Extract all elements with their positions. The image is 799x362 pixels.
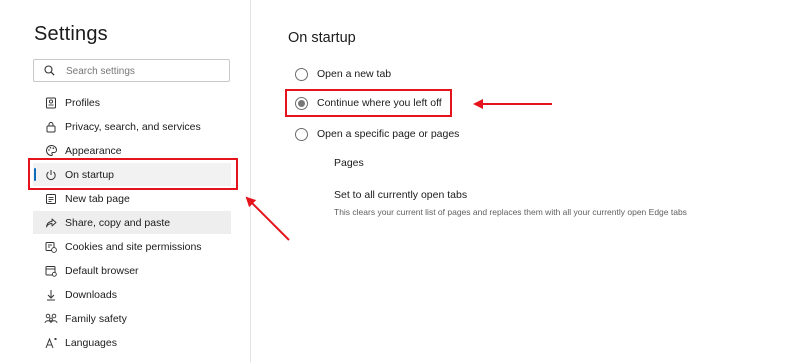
profile-card-icon: [44, 96, 58, 110]
sidebar-item-family-safety[interactable]: Family safety: [33, 307, 231, 330]
sidebar-item-label: Profiles: [65, 96, 101, 109]
sidebar-item-new-tab-page[interactable]: New tab page: [33, 187, 231, 210]
sidebar-item-label: Share, copy and paste: [65, 216, 171, 229]
sidebar-item-languages[interactable]: Languages: [33, 331, 231, 354]
annotation-box-on-startup: [28, 158, 238, 190]
download-icon: [44, 288, 58, 302]
search-input[interactable]: [64, 63, 218, 80]
share-icon: [44, 216, 58, 230]
sidebar-item-default-browser[interactable]: Default browser: [33, 259, 231, 282]
radio-button[interactable]: [295, 67, 308, 81]
family-icon: [44, 312, 58, 326]
sidebar-item-downloads[interactable]: Downloads: [33, 283, 231, 306]
cookies-icon: [44, 240, 58, 254]
palette-icon: [44, 144, 58, 158]
annotation-box-continue: [285, 89, 452, 117]
sidebar-item-label: Appearance: [65, 144, 122, 157]
sidebar-item-share-copy-paste[interactable]: Share, copy and paste: [33, 211, 231, 234]
set-all-open-tabs-title[interactable]: Set to all currently open tabs: [334, 189, 467, 201]
page-title: On startup: [288, 30, 356, 46]
sidebar-item-label: Languages: [65, 336, 117, 349]
sidebar-item-cookies[interactable]: Cookies and site permissions: [33, 235, 231, 258]
sidebar-item-label: Default browser: [65, 264, 139, 277]
sidebar-item-label: Cookies and site permissions: [65, 240, 202, 253]
browser-icon: [44, 264, 58, 278]
sidebar-item-privacy[interactable]: Privacy, search, and services: [33, 115, 231, 138]
sidebar-item-label: Downloads: [65, 288, 117, 301]
option-label: Open a specific page or pages: [317, 128, 460, 140]
search-icon: [44, 65, 55, 76]
option-open-new-tab[interactable]: Open a new tab: [295, 66, 391, 82]
pages-heading: Pages: [334, 157, 364, 169]
sidebar-item-profiles[interactable]: Profiles: [33, 91, 231, 114]
arrow-to-on-startup: [245, 196, 290, 241]
radio-button[interactable]: [295, 127, 308, 141]
language-icon: [44, 336, 58, 350]
new-tab-icon: [44, 192, 58, 206]
option-open-specific-pages[interactable]: Open a specific page or pages: [295, 126, 459, 142]
option-label: Open a new tab: [317, 68, 392, 80]
lock-icon: [44, 120, 58, 134]
sidebar-item-label: New tab page: [65, 192, 130, 205]
settings-title: Settings: [34, 23, 108, 45]
sidebar-item-label: Privacy, search, and services: [65, 120, 201, 133]
search-box[interactable]: [33, 59, 230, 82]
sidebar-item-label: Family safety: [65, 312, 127, 325]
set-all-open-tabs-description: This clears your current list of pages a…: [334, 207, 687, 217]
